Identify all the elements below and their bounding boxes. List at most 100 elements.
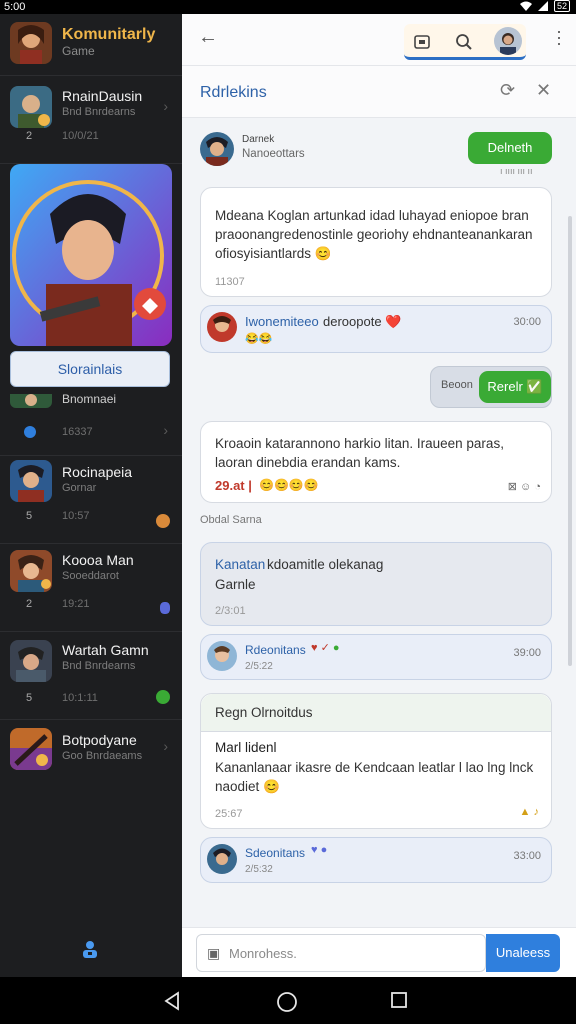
status-dot [156,690,170,704]
message-time: 11307 [215,276,245,288]
search-icon[interactable] [452,30,476,54]
sidebar-item-meta: Gornar [62,482,97,494]
info-card-text: Kananlanaar ikasre de Kendcaan leatlar l… [215,760,534,794]
game-card[interactable]: Kanatan kdoamitle olekanag Garnle 2/3:01 [200,542,552,626]
message-handle: Nanoeottars [242,148,305,160]
conversation-header: Rdrlekins ⟳ ✕ [182,66,576,118]
message-text: Mdeana Koglan artunkad idad luhayad enio… [215,208,533,261]
primary-green-button[interactable]: Delneth [468,132,552,164]
sidebar-item-timestamp: 19:21 [62,598,90,610]
sidebar-item-meta: Bnd Bnrdearns [62,106,136,118]
sidebar-item-meta: Goo Bnrdaeams [62,750,143,762]
comment-text: deroopote ❤️ [323,314,402,329]
sidebar-item-bnomnaei[interactable]: Bnomnaei 16337 › [0,388,182,456]
sidebar-item-timestamp: 10:57 [62,510,90,522]
comment-time: 2/5:22 [245,661,273,672]
sidebar-item-rocinapeia[interactable]: Rocinapeia Gornar 5 10:57 [0,456,182,544]
message-input-placeholder: Monrohess. [229,946,297,961]
comment-card[interactable]: Sdeonitans ♥ ● 2/5:32 33:00 [200,837,552,883]
attach-icon[interactable]: ▣ [207,945,220,962]
sidebar-item-name: Wartah Gamn [62,642,149,658]
avatar [10,86,52,128]
reaction-icons: ♥ ● [311,844,328,856]
sidebar-item-name: Koooa Man [62,552,134,568]
section-label: Obdal Sarna [200,514,262,526]
avatar [10,550,52,592]
back-arrow-icon[interactable]: ← [198,26,218,49]
sidebar-subtitle: Game [62,44,95,58]
wifi-icon [519,1,532,11]
sidebar-item-timestamp: 10:1:11 [62,692,98,704]
sidebar-item-timestamp: 10/0/21 [62,130,99,142]
message-text: Kroaoin katarannono harkio litan. Irauee… [215,436,504,470]
comment-card[interactable]: Rdeonitans ♥ ✓ ● 2/5:22 39:00 [200,634,552,680]
game-card-subtitle: kdoamitle olekanag [267,557,384,572]
info-card-name: Marl lidenl [215,740,277,755]
message-composer: ▣ Monrohess. Unaleess [182,927,576,977]
sidebar-item-botpodyane[interactable]: Botpodyane Goo Bnrdaeams › [0,720,182,808]
sidebar-item-timestamp: 16337 [62,426,93,438]
comment-card[interactable]: Iwonemiteeo deroopote ❤️ 😂😂 30:00 [200,305,552,353]
info-card-header-text: Regn Olrnoitdus [215,705,313,720]
back-nav-icon[interactable] [162,991,182,1015]
recents-nav-icon[interactable] [390,991,408,1013]
sidebar-item-koooa-man[interactable]: Koooa Man Sooeddarot 2 19:21 [0,544,182,632]
user-avatar[interactable] [494,27,522,55]
close-icon[interactable]: ✕ [536,80,551,101]
reply-button[interactable]: Rerelr ✅ [479,371,551,403]
comment-author: Iwonemiteeo [245,314,319,329]
info-card[interactable]: Regn Olrnoitdus Marl lidenl Kananlanaar … [200,693,552,829]
avatar [10,728,52,770]
avatar[interactable] [200,132,234,166]
reaction-icons: ⊠ ☺ ◔ [507,481,541,493]
sidebar-title: Komunitarly [62,26,156,43]
send-button[interactable]: Unaleess [486,934,560,972]
sidebar-item-count: 2 [26,130,33,142]
status-time: 5:00 [4,1,26,13]
sidebar-item-rnaindausin[interactable]: RnainDausin Bnd Bnrdearns 2 10/0/21 › [0,76,182,164]
sidebar-item-name: Botpodyane [62,732,137,748]
screen-icon[interactable] [410,30,434,54]
scrollbar[interactable] [568,216,572,666]
message-reactions: 😊😊😊😊 [259,478,319,492]
sidebar-item-wartah-gamn[interactable]: Wartah Gamn Bnd Bnrdearns 5 10:1:11 [0,632,182,720]
battery-icon: 52 [553,0,570,12]
user-profile-icon[interactable] [80,939,100,959]
sidebar-item-name: Rocinapeia [62,464,133,480]
status-dot [156,514,170,528]
more-menu-icon[interactable]: · · · [554,22,564,52]
avatar [207,641,237,671]
chat-main: ← · · · Rdrlekins ⟳ ✕ Darnek Nanoeottars D… [182,14,576,977]
community-avatar[interactable] [10,22,52,64]
status-bar: 5:00 52 [0,0,576,14]
message-card[interactable]: Kroaoin katarannono harkio litan. Irauee… [200,421,552,503]
chevron-right-icon: › [163,422,168,438]
message-card[interactable]: Mdeana Koglan artunkad idad luhayad enio… [200,187,552,297]
sidebar-item-meta: Sooeddarot [62,570,119,582]
chevron-right-icon: › [163,98,168,114]
reaction-icons: ♥ ✓ ● [311,642,340,654]
feature-button[interactable]: Slorainlais [10,351,170,387]
home-nav-icon[interactable] [276,991,298,1017]
sidebar-item-meta: Bnomnaei [62,392,117,406]
top-toolbar: ← · · · [182,14,576,66]
status-dot [160,602,170,614]
comment-time: 2/5:32 [245,864,273,875]
toolbar-action-group [404,24,526,60]
message-input[interactable]: ▣ Monrohess. [196,934,486,972]
signal-icon [537,1,548,11]
refresh-icon[interactable]: ⟳ [500,80,515,101]
message-price: 29.at | [215,478,252,493]
conversation-title: Rdrlekins [200,84,267,101]
message-time: 25:67 [215,808,243,820]
system-nav-bar [0,977,576,1024]
secondary-button[interactable]: Beoon [441,379,473,391]
sidebar-header: Komunitarly Game [0,14,182,76]
comment-stamp: 30:00 [513,316,541,328]
featured-character-image[interactable] [10,164,172,346]
message-time: 2/3:01 [215,605,246,617]
comment-author: Sdeonitans [245,846,306,860]
chevron-right-icon: › [163,738,168,754]
read-receipt: ı ıııı ııı ıı [500,166,533,176]
comment-author: Rdeonitans [245,643,306,657]
